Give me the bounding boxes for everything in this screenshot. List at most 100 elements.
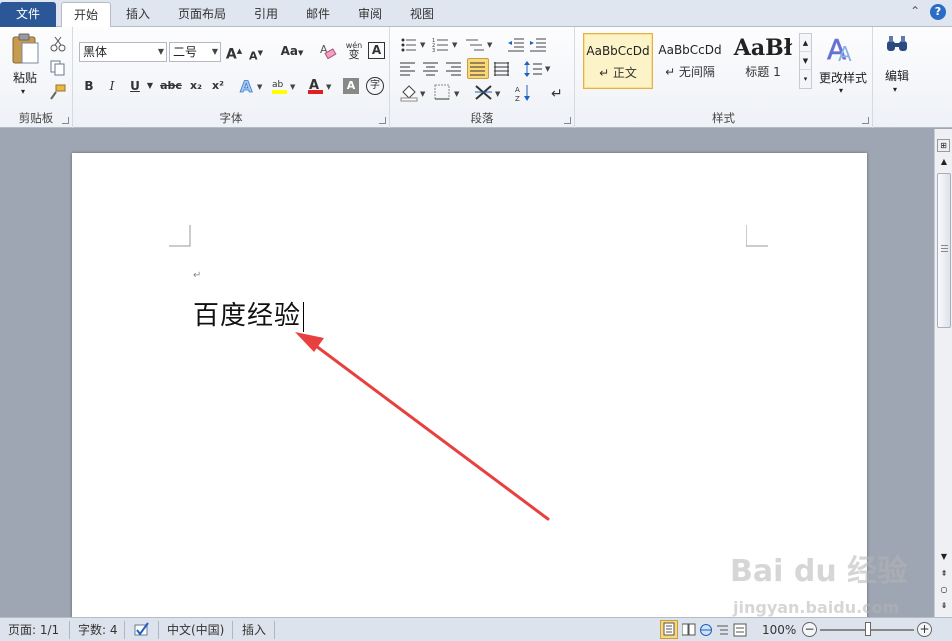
change-styles-icon: A A [827,33,852,63]
print-layout-view-button[interactable] [660,620,678,639]
styles-scroll-up-icon[interactable]: ▲ [800,34,811,52]
outline-view-icon[interactable] [716,623,730,637]
tab-file[interactable]: 文件 [0,2,56,27]
shrink-font-button[interactable]: A▼ [247,45,265,65]
minimize-ribbon-icon[interactable]: ⌃ [910,4,920,18]
character-border-button[interactable]: A [368,42,385,59]
scroll-down-icon[interactable]: ▼ [937,552,951,564]
paragraph-dialog-launcher[interactable] [564,117,571,124]
highlight-color-icon[interactable]: ab ▼ [271,77,299,95]
print-layout-icon [663,622,675,636]
tab-mailings[interactable]: 邮件 [296,2,340,27]
superscript-button[interactable]: x² [209,78,227,94]
svg-text:3: 3 [432,48,435,53]
svg-text:ab: ab [272,80,284,90]
browse-object-icon[interactable]: ○ [937,585,951,597]
underline-button[interactable]: U [127,78,143,94]
phonetic-guide-button[interactable]: wén 变 [344,41,364,60]
change-styles-button[interactable]: A A 更改样式 ▾ [817,31,869,101]
show-paragraph-marks-icon[interactable]: ↵ [550,84,566,102]
clipboard-dialog-launcher[interactable] [62,117,69,124]
align-right-icon[interactable] [446,62,462,76]
cut-icon[interactable] [50,36,66,52]
vertical-scroll-thumb[interactable] [937,173,951,328]
multilevel-list-icon[interactable]: ▼ [466,37,496,53]
svg-text:▼: ▼ [487,41,493,49]
change-case-button[interactable]: Aa▼ [279,43,305,61]
align-center-icon[interactable] [423,62,439,76]
tab-insert[interactable]: 插入 [116,2,160,27]
grow-font-button[interactable]: A▲ [225,43,243,63]
distributed-align-icon[interactable] [494,62,510,76]
svg-text:A: A [838,42,852,63]
vertical-scrollbar[interactable]: ⊞ ▲ ▼ ⇞ ○ ⇟ [934,129,952,617]
font-size-value: 二号 [173,45,198,59]
copy-icon[interactable] [50,60,66,76]
editing-button[interactable]: 编辑 ▾ [877,33,917,99]
status-language[interactable]: 中文(中国) [167,622,224,638]
bullets-icon[interactable]: ▼ [400,37,430,53]
previous-page-icon[interactable]: ⇞ [937,569,951,581]
decrease-indent-icon[interactable] [508,37,526,53]
subscript-button[interactable]: x₂ [187,78,205,94]
font-size-combo[interactable]: 二号 ▼ [169,42,221,62]
tab-review[interactable]: 审阅 [348,2,392,27]
styles-dialog-launcher[interactable] [862,117,869,124]
tab-view[interactable]: 视图 [400,2,444,27]
zoom-slider-thumb[interactable] [865,622,871,636]
bold-button[interactable]: B [81,78,97,94]
style-normal[interactable]: AaBbCcDd ↵ 正文 [583,33,653,89]
draft-view-icon[interactable] [733,623,747,637]
italic-button[interactable]: I [104,78,120,94]
shading-icon[interactable]: ▼ [400,84,430,102]
enclose-characters-button[interactable]: 字 [366,77,384,95]
style-no-spacing[interactable]: AaBbCcDd ↵ 无间隔 [655,33,725,89]
zoom-out-button[interactable]: − [802,622,817,637]
tab-references[interactable]: 引用 [244,2,288,27]
zoom-in-button[interactable]: + [917,622,932,637]
help-icon[interactable]: ? [930,4,946,20]
status-page[interactable]: 页面: 1/1 [8,622,59,638]
full-screen-reading-icon[interactable] [682,623,696,637]
styles-scroll-down-icon[interactable]: ▼ [800,52,811,70]
paste-button[interactable]: 粘贴 ▾ [6,31,44,99]
format-painter-icon[interactable] [50,84,66,100]
tab-home[interactable]: 开始 [61,2,111,28]
ruler-toggle-icon[interactable]: ⊞ [937,139,950,152]
editing-label: 编辑 [884,69,909,83]
character-shading-button[interactable]: A [343,78,359,94]
underline-dropdown[interactable]: ▼ [145,78,155,94]
line-spacing-icon[interactable]: ▼ [524,61,552,77]
styles-more-icon[interactable]: ▾ [800,70,811,88]
document-page[interactable]: ↵ 百度经验 [72,153,867,623]
clear-formatting-icon[interactable]: A [319,42,337,60]
document-text[interactable]: 百度经验 [193,295,305,332]
align-left-icon[interactable] [400,62,416,76]
proofing-check-icon[interactable] [133,622,151,638]
font-color-icon[interactable]: A ▼ [307,77,335,95]
font-dialog-launcher[interactable] [379,117,386,124]
svg-text:▼: ▼ [420,41,426,49]
next-page-icon[interactable]: ⇟ [937,601,951,613]
grow-font-label: A [225,46,237,63]
increase-indent-icon[interactable] [530,37,548,53]
status-insert-mode[interactable]: 插入 [242,622,266,638]
sort-icon[interactable]: AZ [515,84,535,102]
scroll-up-icon[interactable]: ▲ [937,157,951,169]
chinese-layout-icon[interactable]: ▼ [475,84,505,102]
zoom-level[interactable]: 100% [762,622,796,638]
justify-button[interactable] [467,58,489,79]
web-layout-icon[interactable] [699,623,713,637]
status-word-count[interactable]: 字数: 4 [78,622,118,638]
text-effects-icon[interactable]: A ▼ [239,77,267,95]
borders-icon[interactable]: ▼ [434,84,464,102]
style-heading-1[interactable]: AaBł 标题 1 [727,33,799,89]
watermark-url: jingyan.baidu.com [733,598,900,617]
font-name-combo[interactable]: 黑体 ▼ [79,42,167,62]
paragraph-group-label: 段落 [470,111,494,125]
paste-dropdown-arrow[interactable]: ▾ [21,87,25,96]
style-normal-sample: AaBbCcDd [586,44,650,58]
tab-page-layout[interactable]: 页面布局 [170,2,234,27]
numbering-icon[interactable]: 1 2 3 ▼ [432,37,462,53]
strikethrough-button[interactable]: abc [159,78,183,94]
